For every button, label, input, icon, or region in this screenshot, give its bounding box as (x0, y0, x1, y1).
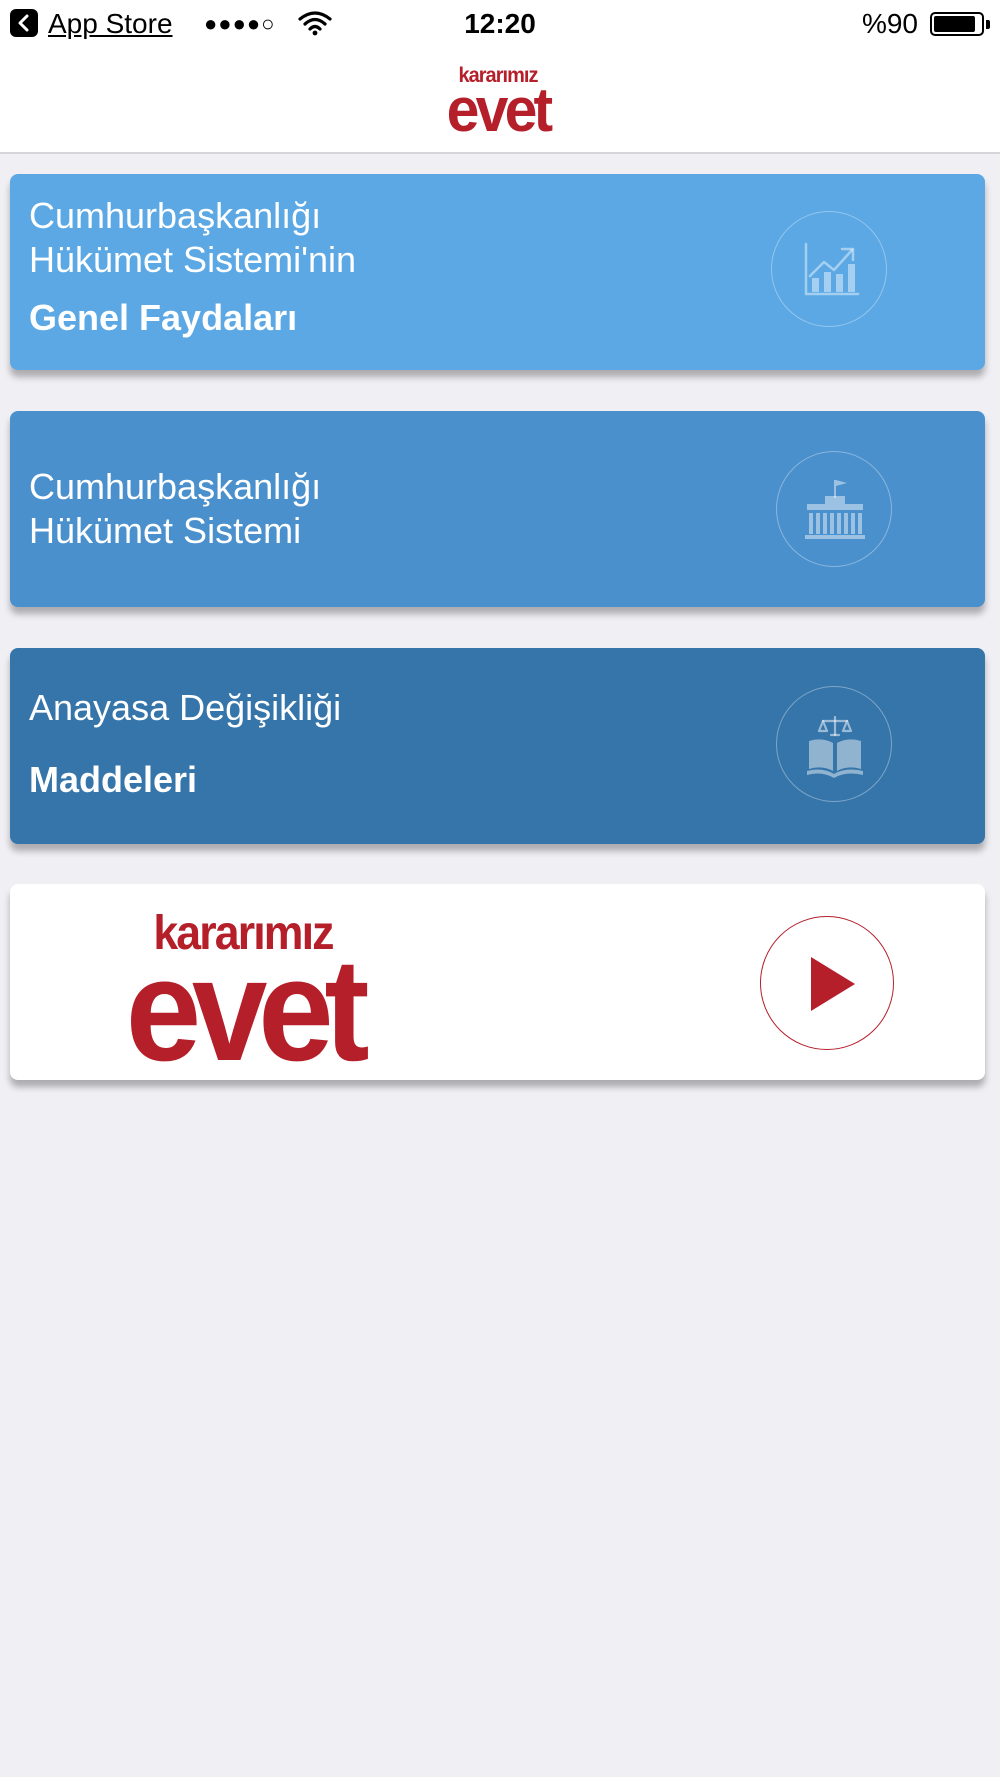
play-icon (811, 957, 855, 1011)
card-title-line: Cumhurbaşkanlığı (29, 195, 322, 236)
promo-logo: kararımız evet (114, 910, 372, 1081)
card-title: Anayasa Değişikliği Maddeleri (29, 686, 341, 802)
promo-logo-main: evet (125, 928, 370, 1081)
battery-icon (930, 12, 984, 36)
battery-level-fill (934, 16, 976, 32)
menu-card-government-system[interactable]: Cumhurbaşkanlığı Hükümet Sistemi (10, 411, 985, 607)
status-time: 12:20 (464, 8, 536, 39)
card-title-bold: Genel Faydaları (29, 297, 298, 338)
card-title-line: Cumhurbaşkanlığı (29, 466, 322, 507)
play-button[interactable] (760, 916, 894, 1050)
battery-percentage: %90 (861, 8, 918, 39)
card-title-bold: Maddeleri (29, 759, 198, 800)
promo-video-card[interactable]: kararımız evet (10, 884, 985, 1080)
status-bar: App Store ●●●●○ 12:20 %90 (0, 0, 1000, 50)
header-logo: kararımız evet (436, 65, 560, 145)
menu-card-general-benefits[interactable]: Cumhurbaşkanlığı Hükümet Sistemi'nin Gen… (10, 174, 985, 370)
card-title-line: Hükümet Sistemi'nin (29, 239, 356, 280)
menu-card-constitution-articles[interactable]: Anayasa Değişikliği Maddeleri (10, 648, 985, 844)
navigation-bar: kararımız evet (0, 50, 1000, 154)
header-logo-main: evet (446, 76, 553, 145)
government-building-icon (776, 451, 892, 567)
card-title-line: Anayasa Değişikliği (29, 687, 342, 728)
card-title-line: Hükümet Sistemi (29, 510, 302, 551)
card-title: Cumhurbaşkanlığı Hükümet Sistemi (29, 465, 321, 553)
battery-cap (986, 20, 990, 29)
growth-chart-icon (771, 211, 887, 327)
card-title: Cumhurbaşkanlığı Hükümet Sistemi'nin Gen… (29, 194, 356, 340)
law-book-scales-icon (776, 686, 892, 802)
